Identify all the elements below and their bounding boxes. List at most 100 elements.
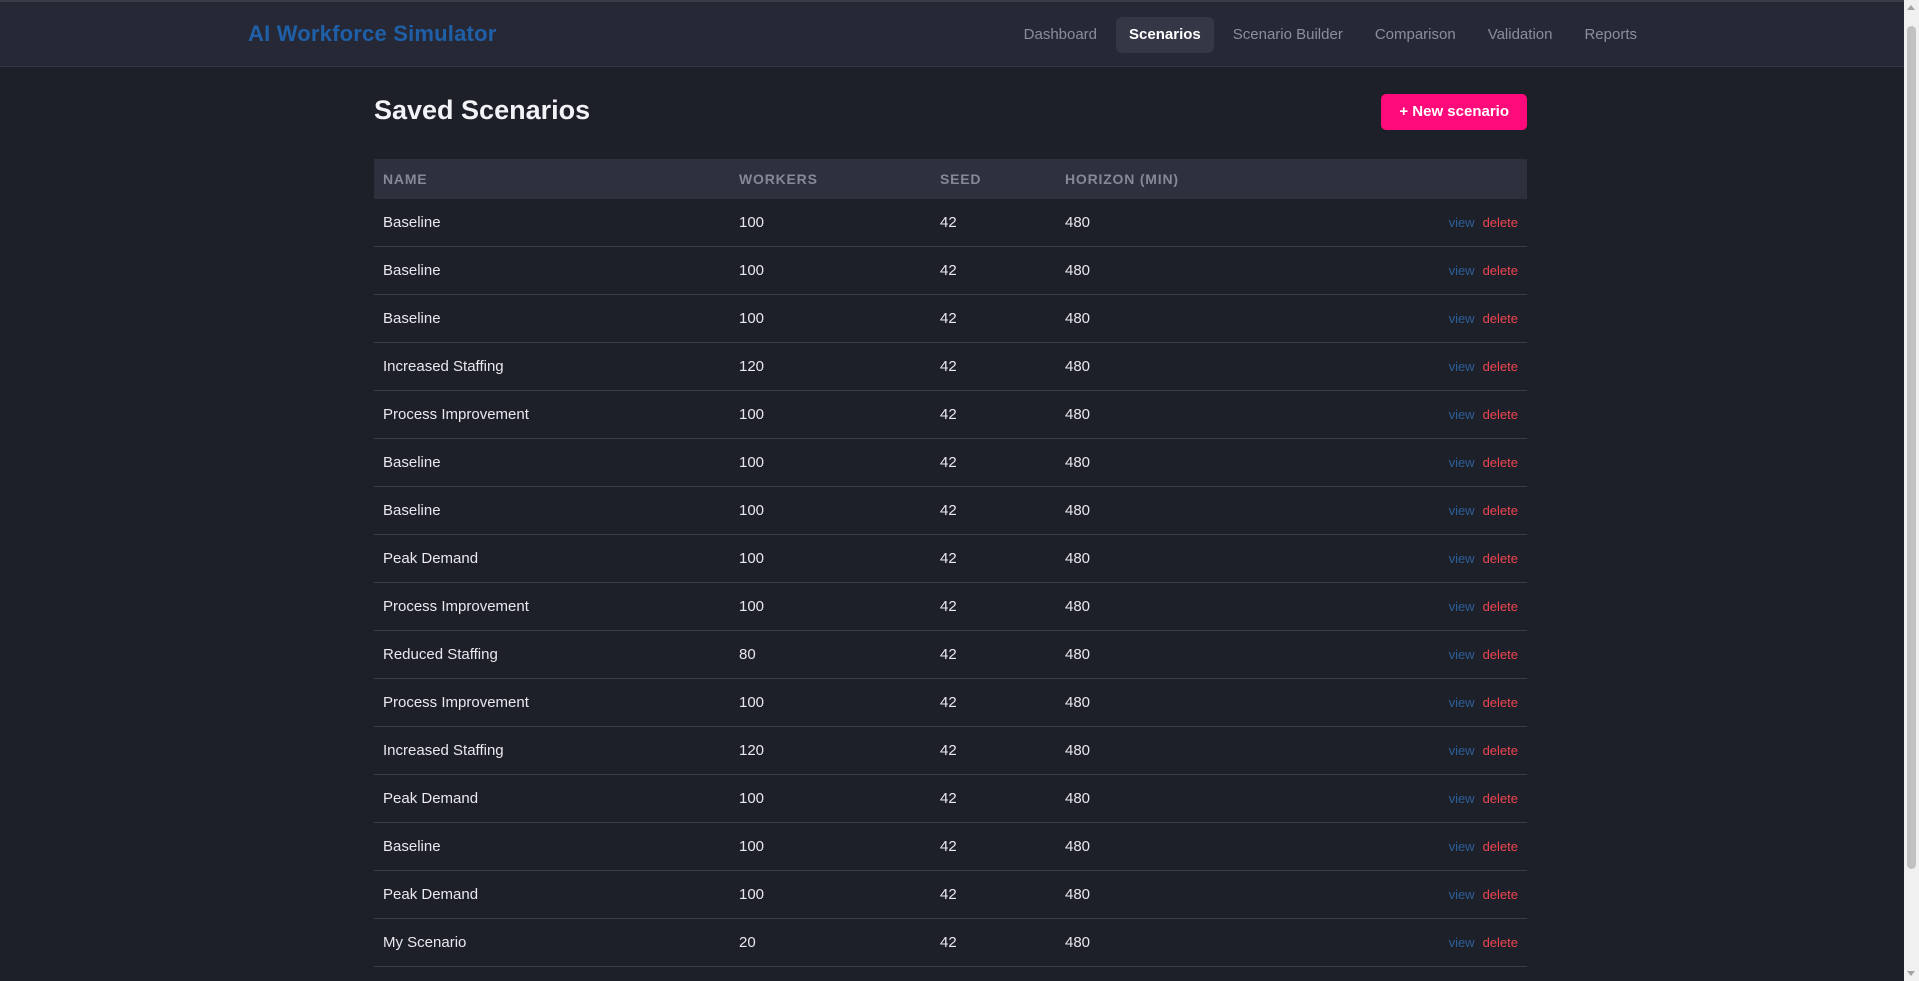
delete-link[interactable]: delete (1483, 599, 1518, 614)
delete-link[interactable]: delete (1483, 791, 1518, 806)
view-link[interactable]: view (1449, 407, 1475, 422)
cell-name: Baseline (383, 262, 441, 279)
nav-item-reports[interactable]: Reports (1571, 17, 1650, 53)
delete-link[interactable]: delete (1483, 215, 1518, 230)
cell-seed: 42 (940, 454, 957, 471)
table-row: Baseline 100 42 480 view delete (374, 487, 1527, 535)
view-link[interactable]: view (1449, 455, 1475, 470)
table-row: Process Improvement 100 42 480 view delete (374, 679, 1527, 727)
cell-workers: 100 (739, 502, 765, 519)
delete-link[interactable]: delete (1483, 887, 1518, 902)
cell-seed: 42 (940, 886, 957, 903)
nav-item-scenario-builder[interactable]: Scenario Builder (1220, 17, 1356, 53)
new-scenario-button[interactable]: + New scenario (1381, 94, 1527, 130)
table-header: NAME WORKERS SEED HORIZON (MIN) (374, 159, 1527, 199)
vertical-scrollbar[interactable] (1904, 0, 1919, 981)
cell-seed: 42 (940, 694, 957, 711)
cell-horizon: 480 (1065, 694, 1091, 711)
cell-name: Baseline (383, 502, 441, 519)
scroll-up-arrow-icon[interactable] (1907, 5, 1915, 10)
cell-seed: 42 (940, 598, 957, 615)
view-link[interactable]: view (1449, 359, 1475, 374)
view-link[interactable]: view (1449, 263, 1475, 278)
app-logo-title[interactable]: AI Workforce Simulator (248, 21, 496, 47)
view-link[interactable]: view (1449, 311, 1475, 326)
cell-seed: 42 (940, 406, 957, 423)
row-actions: view delete (1449, 695, 1518, 710)
cell-horizon: 480 (1065, 454, 1091, 471)
cell-workers: 20 (739, 934, 756, 951)
delete-link[interactable]: delete (1483, 839, 1518, 854)
cell-name: Baseline (383, 838, 441, 855)
top-navbar: AI Workforce Simulator Dashboard Scenario… (0, 2, 1904, 67)
view-link[interactable]: view (1449, 839, 1475, 854)
nav-item-scenarios[interactable]: Scenarios (1116, 17, 1214, 53)
delete-link[interactable]: delete (1483, 407, 1518, 422)
table-row: Reduced Staffing 80 42 480 view delete (374, 631, 1527, 679)
cell-workers: 100 (739, 454, 765, 471)
delete-link[interactable]: delete (1483, 935, 1518, 950)
view-link[interactable]: view (1449, 647, 1475, 662)
delete-link[interactable]: delete (1483, 743, 1518, 758)
cell-horizon: 480 (1065, 646, 1091, 663)
table-row: Baseline 100 42 480 view delete (374, 823, 1527, 871)
cell-horizon: 480 (1065, 550, 1091, 567)
row-actions: view delete (1449, 263, 1518, 278)
cell-workers: 120 (739, 358, 765, 375)
cell-name: Process Improvement (383, 598, 529, 615)
column-header-name: NAME (383, 171, 428, 187)
table-body: Baseline 100 42 480 view delete Baseline 100 42 4… (374, 199, 1527, 967)
cell-horizon: 480 (1065, 358, 1091, 375)
view-link[interactable]: view (1449, 215, 1475, 230)
cell-workers: 100 (739, 214, 765, 231)
cell-workers: 100 (739, 406, 765, 423)
view-link[interactable]: view (1449, 791, 1475, 806)
delete-link[interactable]: delete (1483, 695, 1518, 710)
scroll-down-arrow-icon[interactable] (1907, 971, 1915, 976)
cell-name: Peak Demand (383, 550, 479, 567)
delete-link[interactable]: delete (1483, 263, 1518, 278)
delete-link[interactable]: delete (1483, 455, 1518, 470)
cell-horizon: 480 (1065, 934, 1091, 951)
cell-seed: 42 (940, 310, 957, 327)
cell-name: Peak Demand (383, 886, 479, 903)
cell-seed: 42 (940, 214, 957, 231)
cell-horizon: 480 (1065, 214, 1091, 231)
view-link[interactable]: view (1449, 743, 1475, 758)
delete-link[interactable]: delete (1483, 311, 1518, 326)
table-row: Peak Demand 100 42 480 view delete (374, 775, 1527, 823)
nav-item-dashboard[interactable]: Dashboard (1011, 17, 1110, 53)
cell-horizon: 480 (1065, 598, 1091, 615)
cell-name: Baseline (383, 310, 441, 327)
view-link[interactable]: view (1449, 503, 1475, 518)
cell-seed: 42 (940, 550, 957, 567)
row-actions: view delete (1449, 791, 1518, 806)
cell-seed: 42 (940, 790, 957, 807)
page-title: Saved Scenarios (374, 95, 591, 125)
row-actions: view delete (1449, 887, 1518, 902)
view-link[interactable]: view (1449, 935, 1475, 950)
row-actions: view delete (1449, 551, 1518, 566)
table-row: My Scenario 20 42 480 view delete (374, 919, 1527, 967)
row-actions: view delete (1449, 647, 1518, 662)
delete-link[interactable]: delete (1483, 551, 1518, 566)
table-row: Process Improvement 100 42 480 view delete (374, 391, 1527, 439)
view-link[interactable]: view (1449, 551, 1475, 566)
row-actions: view delete (1449, 215, 1518, 230)
scrollbar-thumb[interactable] (1907, 26, 1916, 869)
cell-name: Peak Demand (383, 790, 479, 807)
table-row: Baseline 100 42 480 view delete (374, 439, 1527, 487)
view-link[interactable]: view (1449, 695, 1475, 710)
cell-name: Increased Staffing (383, 358, 504, 375)
view-link[interactable]: view (1449, 599, 1475, 614)
delete-link[interactable]: delete (1483, 647, 1518, 662)
row-actions: view delete (1449, 455, 1518, 470)
nav-item-validation[interactable]: Validation (1475, 17, 1566, 53)
view-link[interactable]: view (1449, 887, 1475, 902)
delete-link[interactable]: delete (1483, 503, 1518, 518)
delete-link[interactable]: delete (1483, 359, 1518, 374)
cell-seed: 42 (940, 502, 957, 519)
cell-horizon: 480 (1065, 310, 1091, 327)
nav-item-comparison[interactable]: Comparison (1362, 17, 1469, 53)
cell-horizon: 480 (1065, 262, 1091, 279)
